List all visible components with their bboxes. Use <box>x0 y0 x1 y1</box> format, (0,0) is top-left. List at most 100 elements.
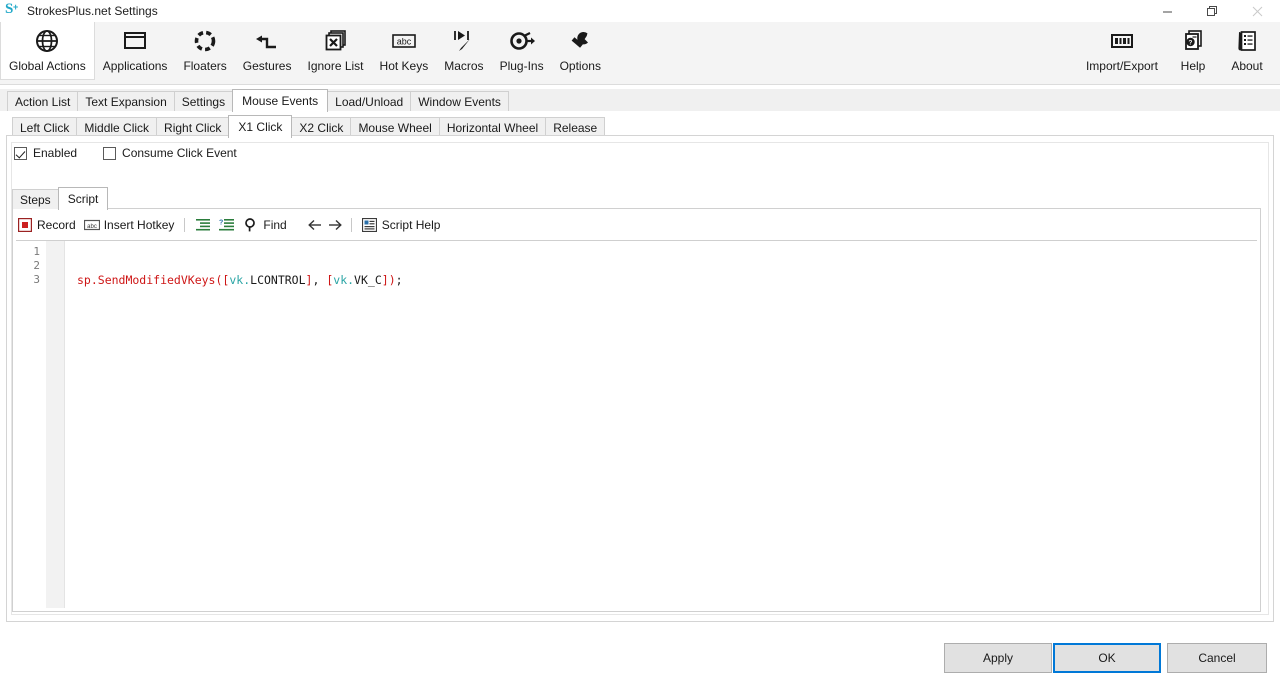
settings-window: S + StrokesPlus.net Settings Global Acti… <box>0 0 1280 682</box>
comment-button[interactable]: ? <box>215 215 239 235</box>
comment-lines-icon: ? <box>219 217 235 233</box>
wrench-icon <box>567 26 593 56</box>
forward-button[interactable] <box>325 216 345 234</box>
checkbox-enabled[interactable]: Enabled <box>14 146 77 160</box>
indent-lines-icon <box>195 217 211 233</box>
tab-script[interactable]: Script <box>57 187 109 210</box>
fold-margin[interactable] <box>46 241 65 608</box>
tab-steps[interactable]: Steps <box>12 189 59 209</box>
insert-hotkey-label: Insert Hotkey <box>103 218 175 232</box>
svg-text:abc: abc <box>397 37 412 47</box>
code-text-area[interactable]: sp.SendModifiedVKeys([vk.LCONTROL], [vk.… <box>65 241 1257 608</box>
ribbon-right-group: Import/Export ? Help About <box>1078 22 1274 84</box>
code-token-identifier-2: VK_C <box>354 273 382 287</box>
ribbon-item-floaters[interactable]: Floaters <box>175 22 234 80</box>
tab-action-list[interactable]: Action List <box>7 91 79 111</box>
ribbon-toolbar: Global Actions Applications Floaters Ges… <box>0 22 1280 85</box>
code-token-identifier: LCONTROL <box>250 273 306 287</box>
tab-mouse-wheel[interactable]: Mouse Wheel <box>350 117 440 137</box>
stacked-x-icon <box>323 26 349 56</box>
tab-mouse-events[interactable]: Mouse Events <box>232 89 329 112</box>
about-scroll-icon <box>1234 26 1260 56</box>
ribbon-item-about[interactable]: About <box>1220 22 1274 80</box>
macro-play-icon <box>450 26 478 56</box>
tab-right-click[interactable]: Right Click <box>156 117 230 137</box>
script-help-label: Script Help <box>381 218 441 232</box>
checkbox-enabled-label: Enabled <box>33 146 78 160</box>
code-token-namespace-2: vk. <box>333 273 355 287</box>
record-button[interactable]: Record <box>13 215 80 235</box>
insert-hotkey-button[interactable]: abc Insert Hotkey <box>80 215 179 235</box>
code-token-function: sp.SendModifiedVKeys <box>77 273 216 287</box>
checkbox-consume-click-event-label: Consume Click Event <box>122 146 237 160</box>
ribbon-label: Hot Keys <box>379 59 429 73</box>
ribbon-label: About <box>1231 59 1263 73</box>
svg-text:abc: abc <box>87 224 97 230</box>
tab-load-unload[interactable]: Load/Unload <box>327 91 412 111</box>
code-token-namespace: vk. <box>229 273 251 287</box>
code-token-paren-close: ) <box>388 273 396 287</box>
code-editor[interactable]: 1 2 3 sp.SendModifiedVKeys([vk.LCONTROL]… <box>16 240 1257 608</box>
ribbon-item-gestures[interactable]: Gestures <box>235 22 300 80</box>
ribbon-label: Floaters <box>183 59 227 73</box>
dotted-circle-icon <box>192 26 218 56</box>
cancel-button[interactable]: Cancel <box>1167 643 1267 673</box>
record-label: Record <box>37 218 76 232</box>
ribbon-label: Options <box>559 59 601 73</box>
ribbon-label: Plug-Ins <box>499 59 544 73</box>
editor-tab-strip: Steps Script <box>12 187 109 210</box>
line-number: 1 <box>33 245 40 258</box>
plugin-gear-icon <box>508 26 536 56</box>
toolbar-separator-2 <box>350 218 352 232</box>
ribbon-item-applications[interactable]: Applications <box>95 22 176 80</box>
ok-button[interactable]: OK <box>1053 643 1161 673</box>
script-help-button[interactable]: Script Help <box>358 215 445 235</box>
ribbon-item-global-actions[interactable]: Global Actions <box>0 22 95 80</box>
tab-middle-click[interactable]: Middle Click <box>76 117 158 137</box>
tab-horizontal-wheel[interactable]: Horizontal Wheel <box>438 117 547 137</box>
minimize-icon[interactable] <box>1145 0 1190 22</box>
window-title: StrokesPlus.net Settings <box>27 4 158 18</box>
tab-settings[interactable]: Settings <box>173 91 234 111</box>
find-label: Find <box>263 218 287 232</box>
restore-icon[interactable] <box>1190 0 1235 22</box>
line-number: 2 <box>33 259 40 272</box>
ribbon-item-options[interactable]: Options <box>552 22 609 80</box>
ribbon-label: Help <box>1180 59 1206 73</box>
tab-window-events[interactable]: Window Events <box>410 91 509 111</box>
tab-x2-click[interactable]: X2 Click <box>291 117 352 137</box>
globe-icon <box>34 26 60 56</box>
code-token-semicolon: ; <box>395 273 403 287</box>
window-icon <box>122 26 148 56</box>
arrow-right-icon <box>327 219 343 231</box>
help-document-icon: ? <box>1180 26 1206 56</box>
tab-x1-click[interactable]: X1 Click <box>228 115 293 138</box>
apply-button[interactable]: Apply <box>944 643 1052 673</box>
close-icon[interactable] <box>1235 0 1280 22</box>
toolbar-separator <box>184 218 186 232</box>
ribbon-item-ignore-list[interactable]: Ignore List <box>299 22 371 80</box>
magnifier-icon <box>243 217 259 233</box>
ribbon-label: Ignore List <box>307 59 364 73</box>
secondary-tab-strip: Left Click Middle Click Right Click X1 C… <box>0 115 1280 138</box>
ribbon-label: Macros <box>444 59 484 73</box>
tab-release[interactable]: Release <box>545 117 606 137</box>
ribbon-item-import-export[interactable]: Import/Export <box>1078 22 1166 80</box>
tab-left-click[interactable]: Left Click <box>12 117 78 137</box>
checkbox-consume-click-event[interactable]: Consume Click Event <box>103 146 237 160</box>
checkbox-consume-click-event-box[interactable] <box>103 146 117 160</box>
code-line: sp.SendModifiedVKeys([vk.LCONTROL], [vk.… <box>77 273 1257 287</box>
ribbon-label: Global Actions <box>9 59 86 73</box>
back-button[interactable] <box>305 216 325 234</box>
ribbon-item-macros[interactable]: Macros <box>436 22 491 80</box>
tab-text-expansion[interactable]: Text Expansion <box>77 91 175 111</box>
ribbon-item-help[interactable]: ? Help <box>1166 22 1220 80</box>
ribbon-item-hot-keys[interactable]: abc Hot Keys <box>372 22 437 80</box>
ribbon-item-plug-ins[interactable]: Plug-Ins <box>492 22 552 80</box>
svg-text:?: ? <box>1189 40 1193 47</box>
find-button[interactable]: Find <box>239 215 290 235</box>
checkbox-enabled-box[interactable] <box>14 146 27 160</box>
indent-button[interactable] <box>191 215 215 235</box>
gesture-arrow-icon <box>254 26 280 56</box>
